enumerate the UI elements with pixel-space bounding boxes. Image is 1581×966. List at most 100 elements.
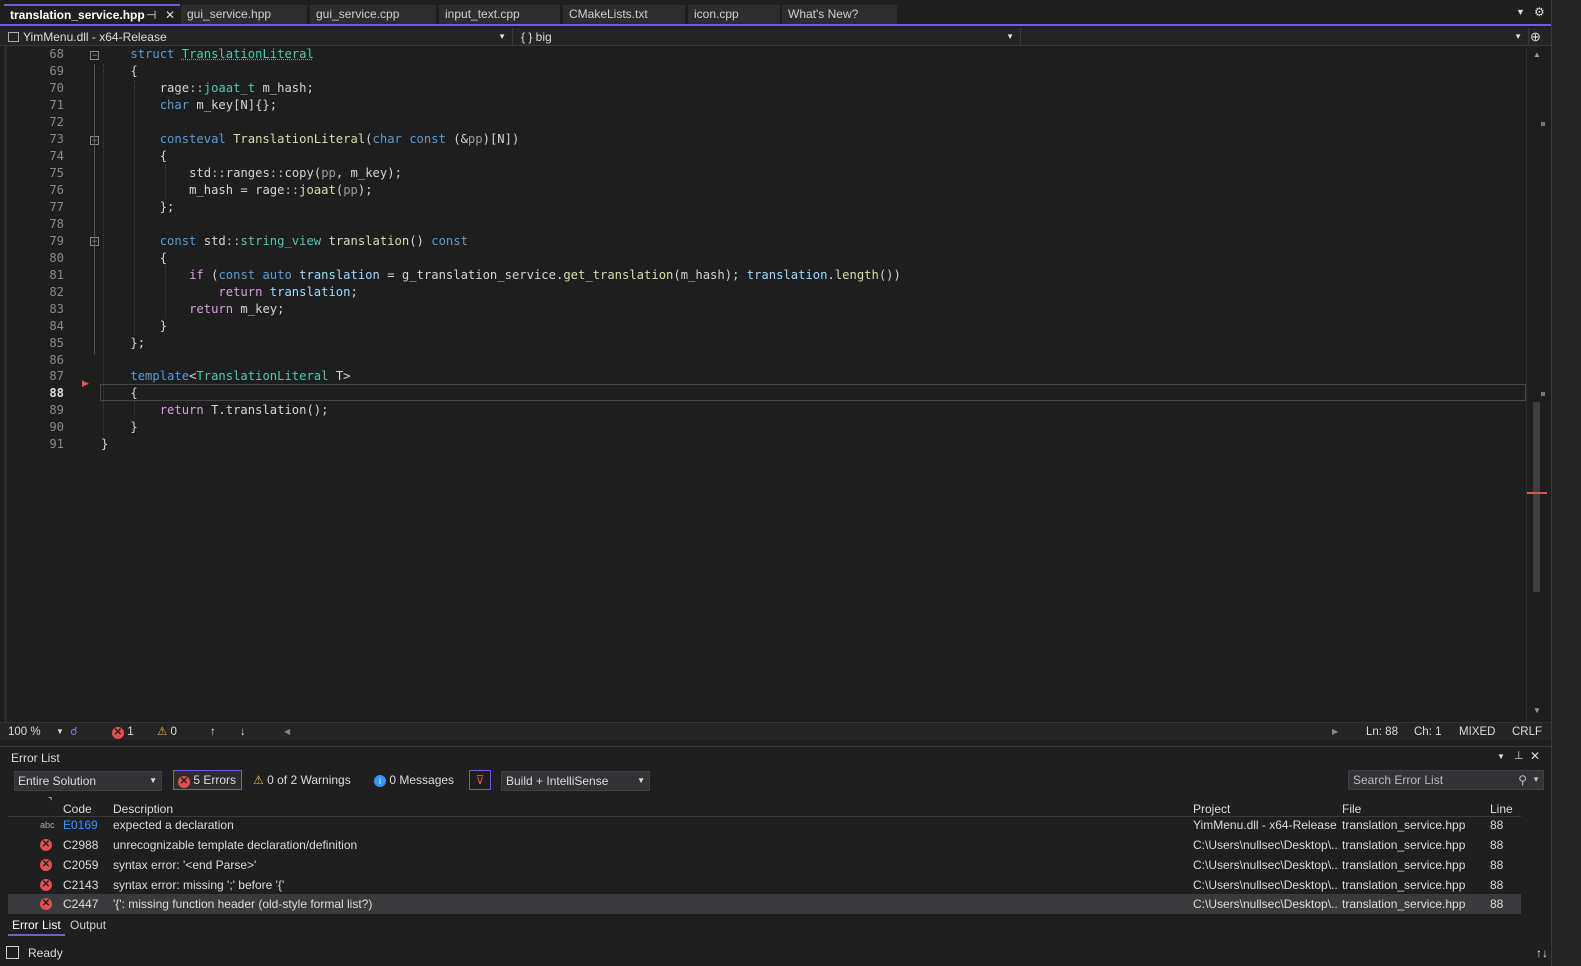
tab-error-list[interactable]: Error List	[8, 916, 65, 936]
tab-cmakelists-txt[interactable]: CMakeLists.txt	[563, 5, 685, 24]
tab-overflow-chevron-icon[interactable]: ▼	[1516, 7, 1525, 17]
close-icon[interactable]: ✕	[1530, 749, 1540, 763]
error-code[interactable]: C2143	[63, 875, 98, 895]
scroll-left-icon[interactable]: ◀	[284, 723, 290, 741]
token: T.translation();	[203, 403, 329, 417]
tab-label: input_text.cpp	[445, 7, 520, 21]
column-header-project[interactable]: Project	[1193, 802, 1230, 816]
previous-issue-icon[interactable]: ↑	[210, 723, 216, 741]
tab-output[interactable]: Output	[66, 916, 110, 936]
chevron-down-icon: ▼	[637, 776, 645, 785]
code-line: 71 char m_key[N]{};	[0, 97, 1520, 114]
column-header-description[interactable]: Description	[113, 802, 173, 816]
table-row[interactable]: ✕ C2143 syntax error: missing ';' before…	[8, 875, 1521, 895]
member-dropdown[interactable]: ▼	[1021, 28, 1529, 46]
warnings-filter-button[interactable]: ⚠ 0 of 2 Warnings	[253, 771, 351, 791]
close-icon[interactable]: ✕	[165, 6, 175, 24]
panel-title: Error List	[11, 751, 60, 765]
indent-mode[interactable]: MIXED	[1459, 723, 1495, 741]
line-number: 68	[49, 47, 64, 61]
line-number: 74	[49, 149, 64, 163]
column-header-file[interactable]: File	[1342, 802, 1361, 816]
token: m_hash =	[189, 183, 256, 197]
tab-input-text-cpp[interactable]: input_text.cpp	[439, 5, 560, 24]
errors-filter-button[interactable]: ✕ 5 Errors	[173, 770, 242, 790]
pin-icon[interactable]: ⊣	[146, 6, 156, 24]
token: }	[130, 420, 138, 434]
scroll-up-icon[interactable]: ▲	[1533, 50, 1541, 59]
scroll-marker	[1541, 122, 1545, 126]
error-count[interactable]: ✕ 1	[112, 723, 134, 741]
tab-label: translation_service.hpp	[10, 8, 145, 22]
sort-icon[interactable]: ⌝	[48, 796, 52, 807]
token: return	[189, 302, 234, 316]
search-error-list-input[interactable]: Search Error List ⚲ ▼	[1348, 770, 1544, 790]
error-code[interactable]: E0169	[63, 815, 98, 835]
tab-gui-service-hpp[interactable]: gui_service.hpp	[181, 5, 307, 24]
error-code[interactable]: C2988	[63, 835, 98, 855]
scroll-right-icon[interactable]: ▶	[1332, 723, 1338, 741]
build-filter-dropdown[interactable]: Build + IntelliSense ▼	[501, 771, 650, 791]
token: TranslationLiteral	[181, 47, 314, 61]
line-number: 86	[49, 353, 64, 367]
source-control-icon[interactable]: ↑↓	[1536, 946, 1548, 960]
scope-filter-dropdown[interactable]: Entire Solution ▼	[14, 771, 162, 791]
token: TranslationLiteral	[225, 132, 366, 146]
gear-icon[interactable]: ⚙	[1534, 5, 1545, 19]
pin-icon[interactable]: ⊥	[1514, 749, 1524, 762]
line-endings[interactable]: CRLF	[1512, 723, 1542, 741]
warning-count[interactable]: ⚠ 0	[157, 723, 177, 741]
chevron-down-icon: ▼	[149, 776, 157, 785]
code-line: 73 consteval TranslationLiteral(char con…	[0, 131, 1520, 148]
column-header-line[interactable]: Line	[1490, 802, 1513, 816]
line-number: 76	[49, 183, 64, 197]
code-line: 82 return translation;	[0, 284, 1520, 301]
tool-window-tabs: Error List Output	[0, 916, 1551, 936]
code-line: 88 {	[0, 385, 1520, 402]
line-number: 79	[49, 234, 64, 248]
line-number: 87	[49, 369, 64, 383]
tab-icon-cpp[interactable]: icon.cpp	[688, 5, 780, 24]
filter-icon[interactable]: ⊽	[469, 770, 491, 790]
error-file: translation_service.hpp	[1342, 897, 1466, 911]
line-number: 72	[49, 115, 64, 129]
error-icon: ✕	[40, 859, 52, 871]
table-row[interactable]: ✕ C2059 syntax error: '<end Parse>' C:\U…	[8, 855, 1521, 875]
char-indicator[interactable]: Ch: 1	[1414, 723, 1442, 741]
messages-filter-button[interactable]: i 0 Messages	[374, 771, 454, 791]
column-header-code[interactable]: Code	[63, 802, 92, 816]
table-row[interactable]: abc E0169 expected a declaration YimMenu…	[8, 815, 1521, 835]
intellicode-icon[interactable]: ☌	[70, 723, 78, 741]
code-line: 72	[0, 114, 1520, 131]
tab-translation-service-hpp[interactable]: translation_service.hpp ⊣ ✕	[4, 4, 180, 24]
code-line: 79 const std::string_view translation() …	[0, 233, 1520, 250]
scrollbar-thumb[interactable]	[1533, 402, 1540, 592]
token: };	[159, 200, 175, 214]
error-icon: ✕	[40, 898, 52, 910]
vertical-scrollbar[interactable]: ▲ ▼	[1526, 46, 1551, 722]
token: TranslationLiteral	[196, 369, 329, 383]
split-window-icon[interactable]: ⊕	[1530, 28, 1541, 46]
zoom-dropdown[interactable]: 100 % ▼	[8, 723, 66, 741]
token: length	[834, 268, 879, 282]
panel-menu-icon[interactable]: ▼	[1497, 752, 1505, 761]
error-description: unrecognizable template declaration/defi…	[113, 838, 358, 852]
tab-whats-new[interactable]: What's New?	[782, 5, 897, 24]
line-indicator[interactable]: Ln: 88	[1366, 723, 1398, 741]
next-issue-icon[interactable]: ↓	[240, 723, 246, 741]
token: char	[159, 98, 190, 112]
code-line: 69 {	[0, 63, 1520, 80]
table-row[interactable]: ✕ C2988 unrecognizable template declarat…	[8, 835, 1521, 855]
table-row[interactable]: ✕ C2447 '{': missing function header (ol…	[8, 894, 1521, 914]
error-code[interactable]: C2447	[63, 894, 98, 914]
scope-dropdown[interactable]: { } big ▼	[513, 28, 1021, 46]
tab-gui-service-cpp[interactable]: gui_service.cpp	[310, 5, 436, 24]
error-code[interactable]: C2059	[63, 855, 98, 875]
status-checkbox-icon[interactable]	[6, 946, 19, 959]
token: (	[203, 268, 219, 282]
scroll-down-icon[interactable]: ▼	[1533, 706, 1541, 715]
token: copy	[284, 166, 314, 180]
project-dropdown[interactable]: YimMenu.dll - x64-Release ▼	[0, 28, 513, 46]
horizontal-scrollbar[interactable]	[296, 726, 1326, 738]
line-number: 81	[49, 268, 64, 282]
